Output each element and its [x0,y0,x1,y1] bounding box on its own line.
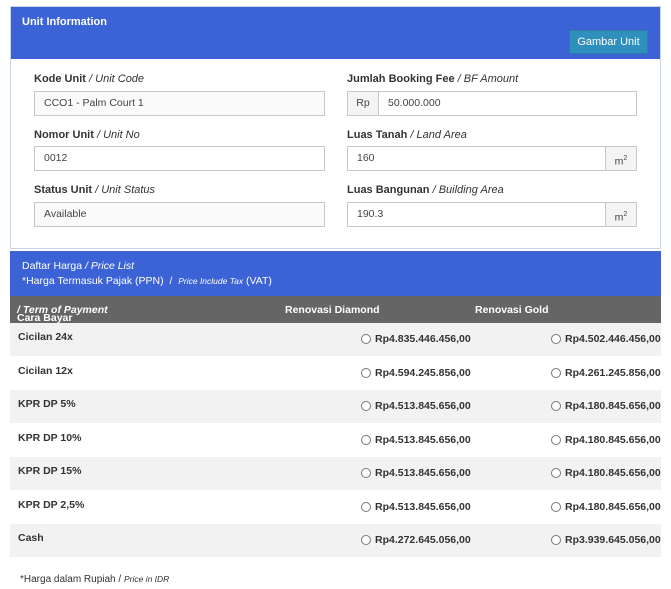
table-row: KPR DP 5% Rp4.513.845.656,00 Rp4.180.845.6… [10,390,661,423]
diamond-radio-button[interactable] [361,401,371,411]
diamond-radio-button[interactable] [361,434,371,445]
table-row: KPR DP 15% Rp4.513.845.656,00 Rp4.180.845.… [10,457,661,490]
luas-tanah-field[interactable]: 160 [347,146,606,171]
payment-term-name: KPR DP 15% [18,465,82,477]
table-row: Cicilan 24x Rp4.835.446.456,00 Rp4.502.446… [10,323,661,356]
diamond-price-value: Rp4.835.446.456,00 [375,333,471,345]
price-list-panel: Daftar Harga / Price List *Harga Termasu… [10,251,661,589]
table-row: KPR DP 2,5% Rp4.513.845.656,00 Rp4.180.845… [10,491,661,524]
gold-radio-button[interactable] [551,468,561,478]
gold-price-option[interactable]: Rp4.180.845.656,00 [551,467,661,479]
nomor-unit-label: Nomor Unit / Unit No [34,129,140,141]
gold-price-option[interactable]: Rp3.939.645.056,00 [551,534,661,546]
gambar-unit-button[interactable]: Gambar Unit [569,30,648,54]
booking-fee-label: Jumlah Booking Fee / BF Amount [347,73,519,85]
diamond-price-value: Rp4.272.645.056,00 [375,534,471,546]
price-list-tax-note: *Harga Termasuk Pajak (PPN) / Price Incl… [22,275,272,287]
gold-radio-button[interactable] [551,501,561,512]
luas-bangunan-unit-addon: m2 [605,202,637,227]
diamond-radio-button[interactable] [361,367,371,378]
payment-term-name: Cash [18,532,44,544]
gold-price-value: Rp4.180.845.656,00 [565,400,661,412]
booking-fee-currency-addon: Rp [347,91,379,116]
luas-tanah-unit-addon: m2 [605,146,637,171]
gold-price-value: Rp4.180.845.656,00 [565,500,661,513]
gold-price-option[interactable]: Rp4.180.845.656,00 [551,501,661,513]
table-row: KPR DP 10% Rp4.513.845.656,00 Rp4.180.845.… [10,424,661,457]
gold-price-option[interactable]: Rp4.502.446.456,00 [551,333,661,345]
gold-radio-button[interactable] [551,535,561,545]
kode-unit-field[interactable]: CCO1 - Palm Court 1 [34,91,325,116]
table-row: Cash Rp4.272.645.056,00 Rp3.939.645.056,00 [10,524,661,557]
payment-term-name: Cicilan 12x [18,364,73,377]
payment-term-name: KPR DP 2,5% [18,498,85,511]
price-table-header: Cara Bayar / Term of Payment Renovasi Di… [10,296,661,324]
gold-price-option[interactable]: Rp4.180.845.656,00 [551,400,661,412]
kode-unit-label: Kode Unit / Unit Code [34,73,145,85]
diamond-column-header: Renovasi Diamond [285,304,380,316]
diamond-radio-button[interactable] [361,535,371,545]
diamond-price-option[interactable]: Rp4.513.845.656,00 [361,434,471,446]
gold-radio-button[interactable] [551,334,561,344]
nomor-unit-field[interactable]: 0012 [34,146,325,171]
diamond-price-value: Rp4.594.245.856,00 [375,366,471,379]
gold-price-value: Rp4.261.245.856,00 [565,366,661,379]
gold-price-value: Rp4.502.446.456,00 [565,333,661,345]
diamond-price-value: Rp4.513.845.656,00 [375,433,471,446]
payment-term-name: KPR DP 5% [18,398,76,410]
price-footnote: *Harga dalam Rupiah / Price in IDR [20,574,170,585]
diamond-price-option[interactable]: Rp4.835.446.456,00 [361,333,471,345]
booking-fee-field[interactable]: 50.000.000 [378,91,637,116]
luas-tanah-label: Luas Tanah / Land Area [347,129,467,141]
gold-price-option[interactable]: Rp4.180.845.656,00 [551,434,661,446]
payment-term-name: KPR DP 10% [18,431,82,444]
gold-price-value: Rp4.180.845.656,00 [565,433,661,446]
diamond-price-value: Rp4.513.845.656,00 [375,400,471,412]
gold-price-option[interactable]: Rp4.261.245.856,00 [551,367,661,379]
gold-price-value: Rp3.939.645.056,00 [565,534,661,546]
luas-bangunan-label: Luas Bangunan / Building Area [347,184,504,196]
diamond-radio-button[interactable] [361,501,371,512]
gold-radio-button[interactable] [551,434,561,445]
gold-column-header: Renovasi Gold [475,304,549,316]
diamond-price-option[interactable]: Rp4.594.245.856,00 [361,367,471,379]
luas-bangunan-field[interactable]: 190.3 [347,202,606,227]
status-unit-label: Status Unit / Unit Status [34,184,156,196]
table-row: Cicilan 12x Rp4.594.245.856,00 Rp4.261.245… [10,357,661,390]
status-unit-field[interactable]: Available [34,202,325,227]
price-list-header: Daftar Harga / Price List *Harga Termasu… [10,251,661,296]
diamond-price-option[interactable]: Rp4.513.845.656,00 [361,467,471,479]
diamond-radio-button[interactable] [361,468,371,478]
unit-information-panel: Unit Information Gambar Unit Kode Unit /… [10,6,661,249]
gold-radio-button[interactable] [551,367,561,378]
diamond-price-value: Rp4.513.845.656,00 [375,467,471,479]
term-column-header: Cara Bayar / Term of Payment [17,304,108,324]
payment-term-name: Cicilan 24x [18,331,73,343]
unit-information-header: Unit Information Gambar Unit [11,7,660,59]
diamond-price-option[interactable]: Rp4.513.845.656,00 [361,501,471,513]
gold-radio-button[interactable] [551,401,561,411]
price-list-title: Daftar Harga / Price List [22,260,135,272]
diamond-price-value: Rp4.513.845.656,00 [375,500,471,513]
unit-information-title: Unit Information [22,16,107,28]
gold-price-value: Rp4.180.845.656,00 [565,467,661,479]
diamond-radio-button[interactable] [361,334,371,344]
diamond-price-option[interactable]: Rp4.513.845.656,00 [361,400,471,412]
diamond-price-option[interactable]: Rp4.272.645.056,00 [361,534,471,546]
